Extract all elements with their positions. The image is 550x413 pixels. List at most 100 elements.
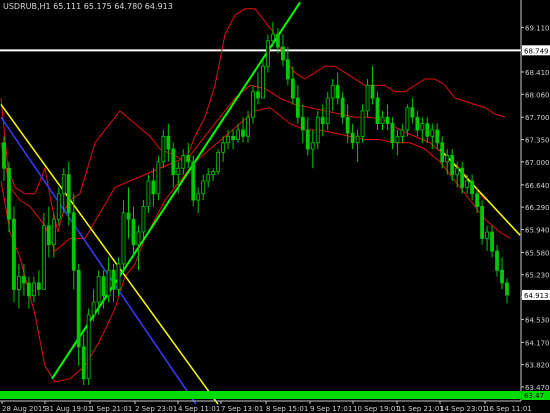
candle-body [56,193,61,220]
candle-body [295,97,300,118]
candle [340,91,345,124]
candle [61,168,66,213]
candle-body [261,65,265,99]
candle-body [211,171,216,176]
candle [111,263,116,303]
candle-body [375,97,380,124]
candle-body [86,314,91,380]
candle-body [111,269,116,290]
candle-body [171,148,176,176]
candle [56,187,61,226]
candle-body [81,346,86,380]
candle-body [370,84,375,99]
candle-body [106,269,111,297]
candle [221,136,226,162]
candle [365,78,370,118]
candle [505,278,509,304]
candle-body [196,193,201,201]
candle [126,187,131,239]
candle [166,123,171,162]
candle [106,257,111,303]
candle-body [480,206,484,239]
candle-body [285,59,290,80]
candle [116,257,121,296]
candle [415,110,420,137]
candle-body [400,129,405,137]
y-tick-label: 68.060 [525,91,550,99]
candle [305,117,310,156]
candle [76,263,81,366]
candle-body [22,276,26,284]
candle-body [440,142,445,163]
candle [320,104,325,137]
price-chart: USDRUB,H1 65.111 65.175 64.780 64.913 69… [0,0,550,413]
candle [81,334,86,386]
candle-body [290,78,295,99]
candle-body [246,116,250,137]
candle-body [310,142,315,150]
candle [231,129,235,150]
candle [375,91,380,130]
candle-body [355,135,360,144]
candle-body [251,91,255,118]
candle-body [2,142,6,169]
candle-body [420,123,425,131]
y-tick-label: 69.110 [525,24,550,32]
x-tick-label: 4 Sep 11:01 [178,405,220,413]
candle-body [320,116,325,124]
candle [295,85,300,124]
candle-body [340,97,345,118]
candle-body [445,155,450,163]
candle-body [201,180,206,195]
candle-body [151,180,156,195]
candle [186,142,191,169]
candle [335,72,340,105]
candle-body [126,212,131,220]
candle-body [470,180,475,195]
candle-body [96,276,101,303]
y-tick-label: 66.290 [525,204,550,212]
candle-body [51,218,56,246]
candle-body [241,129,245,137]
candle-body [226,135,231,144]
candle [395,129,400,156]
candle-body [161,135,166,163]
candle-body [485,231,489,239]
x-tick-label: 14 Sep 23:01 [440,405,487,413]
candle [121,200,126,271]
candle [480,200,484,245]
candle [36,270,41,296]
candle-body [475,193,480,207]
candle-body [61,174,66,195]
candle-body [330,84,335,99]
candle [410,98,415,124]
candle-body [495,250,499,271]
candle [86,308,91,386]
chart-canvas[interactable]: 69.110 68.749 68.410 68.060 67.700 67.350 67.0… [0,0,550,413]
candle-body [490,231,494,252]
candle [151,168,156,207]
candle [131,206,136,258]
trend-line [0,104,219,405]
candle [191,155,196,207]
candle-body [41,225,46,290]
candle-body [430,129,435,137]
candle [261,59,265,99]
candle [251,85,255,124]
candle [435,123,440,150]
candle-body [166,135,171,150]
candle [485,225,489,252]
x-tick-label: 2 Sep 23:01 [135,405,177,413]
candle-body [425,123,430,137]
candle [310,129,315,169]
candle-body [221,142,226,153]
candle [470,174,475,201]
candle [17,263,21,309]
y-tick-label: 68.410 [525,69,550,77]
candle-body [181,155,186,169]
candle [46,206,51,258]
candle [211,168,216,181]
y-tick-label: 67.350 [525,137,550,145]
candle-body [460,167,465,188]
y-tick-label: 65.580 [525,249,550,257]
